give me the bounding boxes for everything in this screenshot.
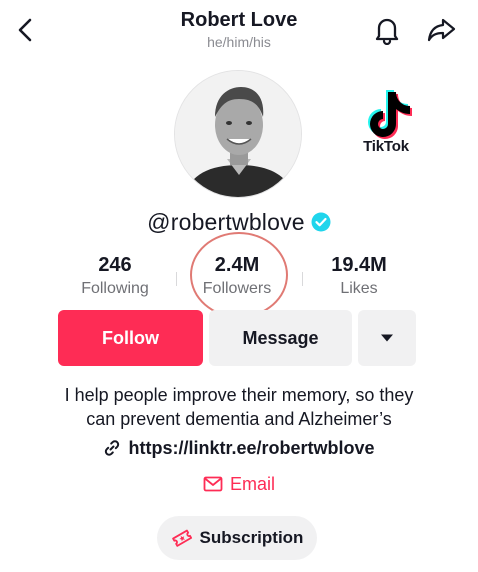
tiktok-logo: TikTok [350,84,422,160]
back-button[interactable] [10,12,40,48]
email-button[interactable]: Email [0,470,478,498]
stat-label: Likes [340,280,378,297]
stat-likes[interactable]: 19.4M Likes [304,252,414,300]
avatar[interactable] [174,70,302,198]
message-button[interactable]: Message [209,310,352,366]
follow-button[interactable]: Follow [58,310,203,366]
username-handle: @robertwblove [147,208,305,235]
chevron-left-icon [18,18,32,42]
envelope-icon [203,476,223,492]
pronouns-label: he/him/his [207,34,271,50]
subscription-label: Subscription [199,528,304,547]
profile-title: Robert Love [180,9,298,31]
ticket-icon [171,529,192,547]
email-label: Email [229,473,275,494]
stat-divider [302,272,303,286]
profile-link[interactable]: https://linktr.ee/robertwblove [0,434,478,462]
tiktok-note-icon [368,90,412,139]
profile-photo [175,71,301,197]
bio-text: I help people improve their memory, so t… [30,383,448,431]
notifications-button[interactable] [370,12,404,48]
caret-down-icon [381,334,393,342]
verified-badge-icon [311,212,331,232]
link-icon [105,440,120,456]
stat-value: 246 [98,254,132,276]
subscription-button[interactable]: Subscription [157,516,317,560]
bio-line: I help people improve their memory, so t… [64,385,414,405]
bio-line: can prevent dementia and Alzheimer’s [86,409,392,429]
bell-icon [375,18,399,45]
stat-following[interactable]: 246 Following [60,252,170,300]
followers-highlight-annotation [190,232,288,318]
share-button[interactable] [424,12,460,48]
stat-divider [176,272,177,286]
title-block: Robert Love he/him/his [120,8,358,51]
top-bar: Robert Love he/him/his [0,0,478,62]
share-arrow-icon [427,18,456,42]
link-url: https://linktr.ee/robertwblove [128,437,375,458]
more-options-button[interactable] [358,310,416,366]
stat-value: 19.4M [331,254,387,276]
logo-wordmark: TikTok [363,138,409,155]
stat-label: Following [81,280,149,297]
